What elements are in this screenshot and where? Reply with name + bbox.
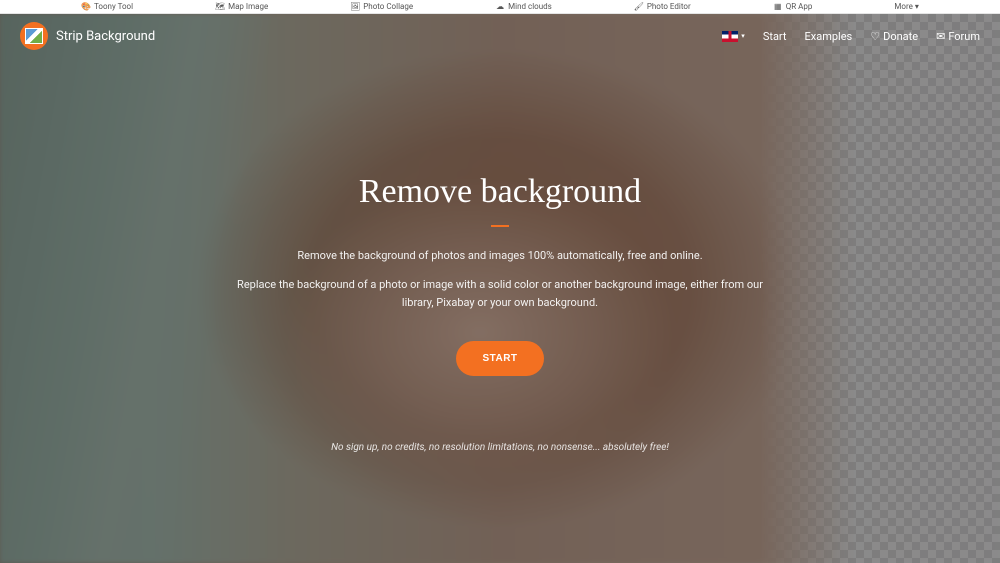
toolbar-label: QR App xyxy=(786,2,813,11)
chevron-down-icon: ▾ xyxy=(915,2,919,11)
nav-start[interactable]: Start xyxy=(763,30,787,43)
toolbar-label: Toony Tool xyxy=(94,2,133,11)
chevron-down-icon: ▾ xyxy=(741,32,745,40)
hero-tagline: No sign up, no credits, no resolution li… xyxy=(0,442,1000,453)
toolbar-item-toony[interactable]: 🎨 Toony Tool xyxy=(81,2,133,12)
nav-forum[interactable]: ✉ Forum xyxy=(936,30,980,43)
nav-right: ▾ Start Examples ♡ Donate ✉ Forum xyxy=(722,30,980,43)
chat-icon: ✉ xyxy=(936,30,945,43)
nav-donate[interactable]: ♡ Donate xyxy=(870,30,918,43)
toolbar-item-qr[interactable]: ▦ QR App xyxy=(773,2,813,12)
hero-description-1: Remove the background of photos and imag… xyxy=(297,247,702,266)
qr-icon: ▦ xyxy=(773,2,783,12)
toolbar-label: Mind clouds xyxy=(508,2,552,11)
toolbar-label: Photo Editor xyxy=(647,2,691,11)
hero-section: Strip Background ▾ Start Examples ♡ Dona… xyxy=(0,14,1000,563)
toolbar-item-map[interactable]: 🗺 Map Image xyxy=(215,2,268,12)
brand[interactable]: Strip Background xyxy=(20,22,155,50)
more-label: More xyxy=(894,2,912,11)
brand-text: Strip Background xyxy=(56,29,155,44)
top-toolbar: 🎨 Toony Tool 🗺 Map Image 🖼 Photo Collage… xyxy=(0,0,1000,14)
hero-divider xyxy=(491,225,509,227)
toolbar-item-photoeditor[interactable]: 🖌 Photo Editor xyxy=(634,2,691,12)
hero-content: Remove background Remove the background … xyxy=(0,58,1000,376)
start-button[interactable]: START xyxy=(456,341,543,376)
flag-uk-icon xyxy=(722,31,738,42)
forum-label: Forum xyxy=(948,30,980,43)
hero-description-2: Replace the background of a photo or ima… xyxy=(220,276,780,313)
toolbar-label: Photo Collage xyxy=(363,2,413,11)
collage-icon: 🖼 xyxy=(350,2,360,12)
heart-icon: ♡ xyxy=(870,30,880,43)
map-icon: 🗺 xyxy=(215,2,225,12)
brush-icon: 🖌 xyxy=(634,2,644,12)
donate-label: Donate xyxy=(883,30,918,43)
cloud-icon: ☁ xyxy=(495,2,505,12)
nav-examples[interactable]: Examples xyxy=(805,30,853,43)
toolbar-item-collage[interactable]: 🖼 Photo Collage xyxy=(350,2,413,12)
brand-icon xyxy=(20,22,48,50)
language-selector[interactable]: ▾ xyxy=(722,31,745,42)
toony-icon: 🎨 xyxy=(81,2,91,12)
toolbar-more[interactable]: More ▾ xyxy=(894,2,918,11)
toolbar-item-mindclouds[interactable]: ☁ Mind clouds xyxy=(495,2,552,12)
hero-title: Remove background xyxy=(359,173,641,211)
toolbar-label: Map Image xyxy=(228,2,268,11)
header-nav: Strip Background ▾ Start Examples ♡ Dona… xyxy=(0,14,1000,58)
